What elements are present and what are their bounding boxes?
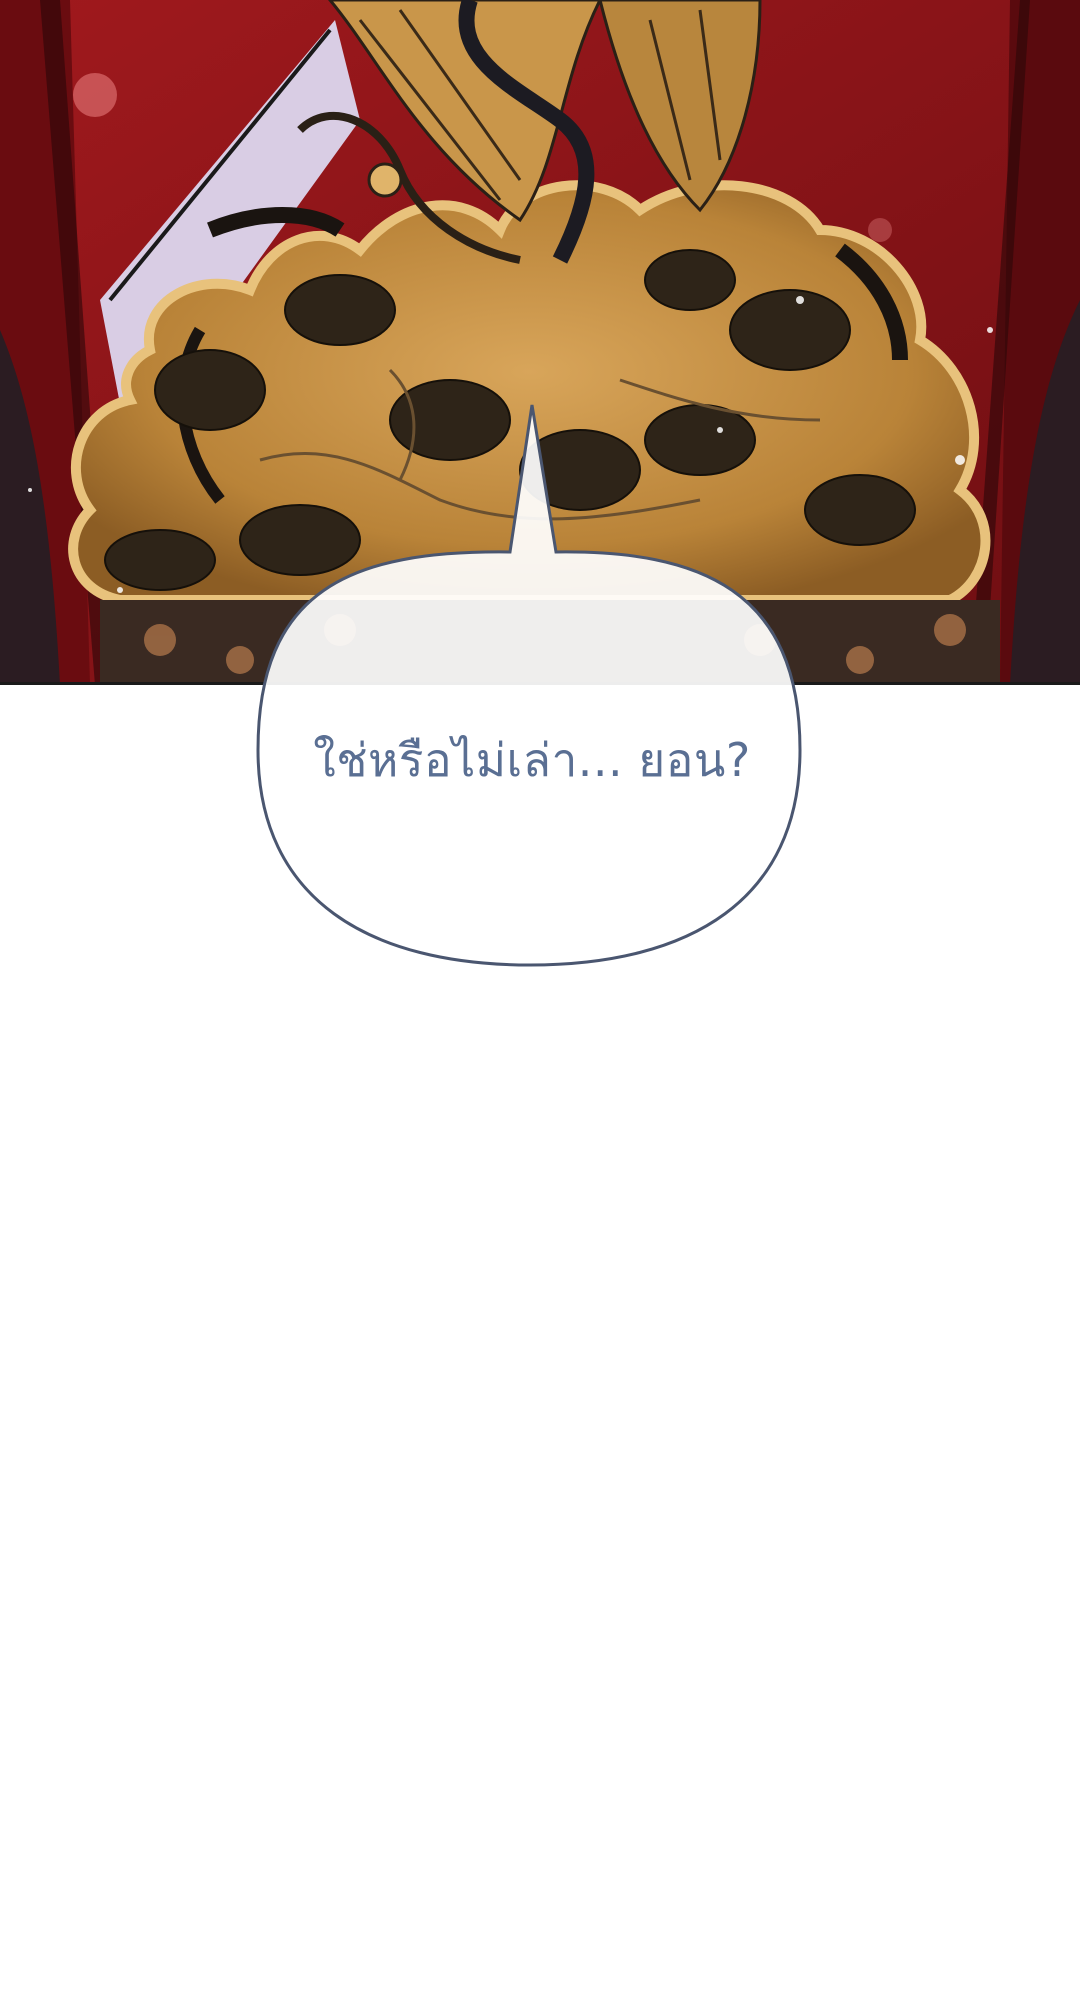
robe-embroidery-illustration xyxy=(0,0,1080,685)
speech-bubble-text: ใช่หรือไม่เล่า... ยอน? xyxy=(313,733,751,787)
comic-panel xyxy=(0,0,1080,685)
panel-border xyxy=(0,682,1080,685)
